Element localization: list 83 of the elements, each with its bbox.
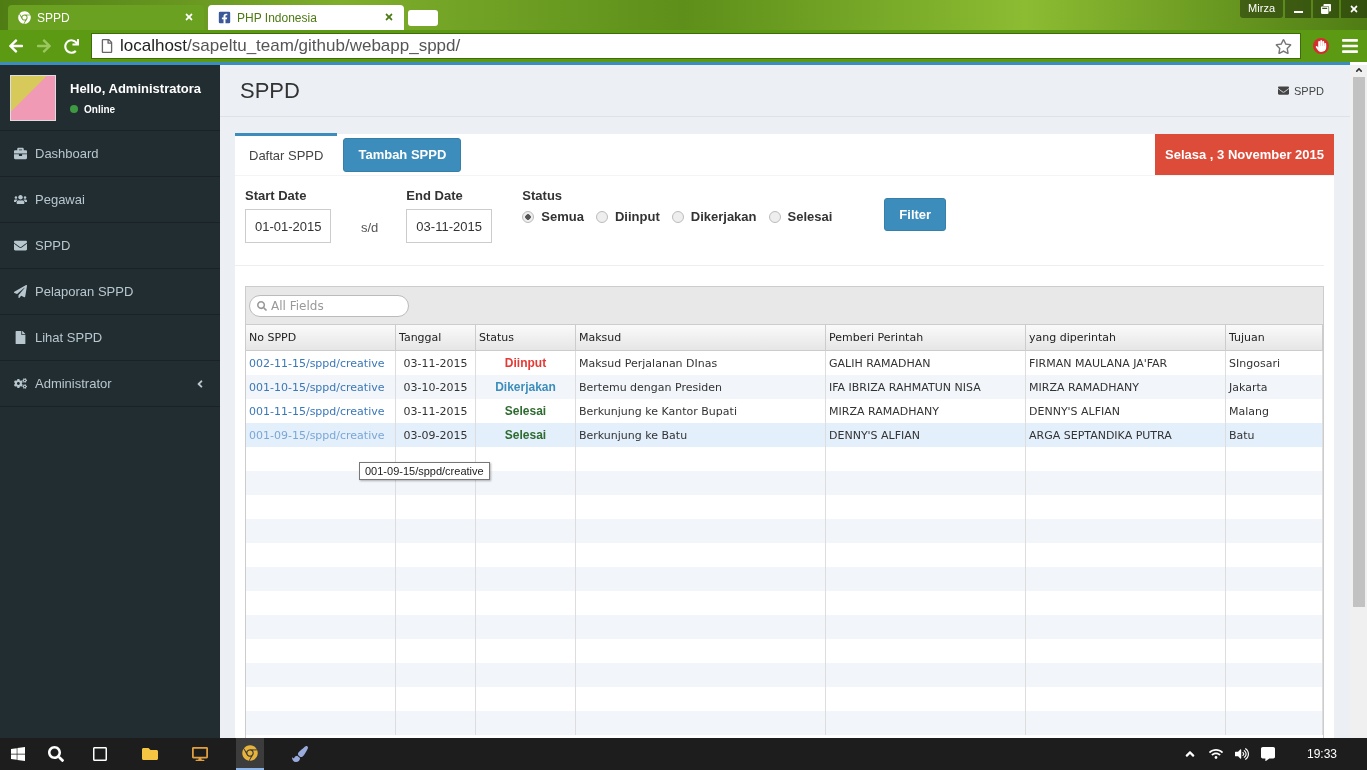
column-header[interactable]: Tanggal — [396, 325, 476, 350]
envelope-icon — [14, 239, 27, 252]
column-header[interactable]: yang diperintah — [1026, 325, 1226, 350]
tab[interactable]: Daftar SPPD — [235, 133, 338, 175]
clock: 19:33 — [1306, 747, 1337, 761]
volume-icon[interactable] — [1234, 747, 1249, 761]
radio-button[interactable] — [522, 210, 535, 223]
status-dot — [70, 105, 78, 113]
page-icon — [100, 39, 114, 53]
gears-icon — [14, 377, 27, 390]
start-icon[interactable] — [10, 746, 26, 762]
star-icon[interactable] — [1275, 37, 1292, 55]
back-icon[interactable] — [8, 38, 24, 54]
breadcrumb[interactable]: SPPD — [1278, 84, 1324, 97]
minimize-icon — [1293, 11, 1303, 13]
tab[interactable]: Tambah SPPD — [343, 137, 462, 172]
close-icon[interactable] — [184, 11, 194, 22]
favicon-icon — [18, 11, 31, 24]
table-row[interactable]: 001-09-15/sppd/creative 03-09-2015 Selesai Berkunjung ke Batu DENNY'S ALFIAN ARGA SEPTANDIKA PUTRA Batu — [246, 423, 1323, 447]
user-greeting: Hello, Administratora — [70, 80, 201, 96]
column-header[interactable]: Maksud — [576, 325, 826, 350]
start-date-field[interactable]: 01-01-2015 — [245, 209, 331, 243]
radio-button[interactable] — [768, 210, 781, 223]
user-status: Online — [84, 103, 116, 115]
scroll-up-icon[interactable] — [1353, 65, 1364, 75]
search-icon — [257, 300, 267, 311]
page-title: SPPD — [240, 77, 301, 104]
sppd-link[interactable]: 001-11-15/sppd/creative — [249, 404, 385, 418]
sppd-link[interactable]: 001-10-15/sppd/creative — [249, 380, 385, 394]
scrollbar-thumb[interactable] — [1352, 77, 1365, 607]
file-icon — [14, 331, 27, 344]
address-bar[interactable]: localhost/sapeltu_team/github/webapp_sppd/ — [91, 33, 1301, 59]
stop-hand-icon[interactable] — [1313, 38, 1329, 54]
facebook-icon — [218, 11, 231, 24]
menu-icon[interactable] — [1341, 37, 1359, 55]
radio-label: Semua — [541, 209, 584, 224]
tooltip: 001-09-15/sppd/creative — [359, 462, 490, 480]
radio-button[interactable] — [671, 210, 684, 223]
table-row[interactable]: 002-11-15/sppd/creative 03-11-2015 Diinput Maksud Perjalanan DInas GALIH RAMADHAN FIRMAN MAULANA JA'FAR SIngosari — [246, 351, 1323, 375]
briefcase-icon — [14, 147, 27, 160]
column-header[interactable]: No SPPD — [246, 325, 396, 350]
table-row[interactable]: 001-10-15/sppd/creative 03-10-2015 Dikerjakan Bertemu dengan Presiden IFA IBRIZA RAHMATUN NISA MIRZA RAMADHANY Jakarta — [246, 375, 1323, 399]
field-label: Status — [522, 188, 564, 203]
radio-label: Diinput — [615, 209, 660, 224]
restore-icon — [1321, 4, 1331, 14]
radio-label: Dikerjakan — [690, 209, 757, 224]
url-text: localhost/sapeltu_team/github/webapp_sppd/ — [120, 36, 461, 56]
status-text: Selesai — [504, 404, 547, 418]
column-header[interactable]: Status — [476, 325, 576, 350]
profile-button[interactable]: Mirza — [1240, 0, 1283, 18]
separator-text: s/d — [361, 220, 379, 235]
table-row[interactable]: 001-11-15/sppd/creative 03-11-2015 Selesai Berkunjung ke Kantor Bupati MIRZA RAMADHANY DENNY'S ALFIAN Malang — [246, 399, 1323, 423]
column-header[interactable]: Tujuan — [1226, 325, 1323, 350]
minimize-button[interactable] — [1285, 0, 1311, 18]
wifi-icon[interactable] — [1208, 747, 1223, 761]
status-text: Selesai — [504, 428, 547, 442]
notification-icon[interactable] — [1260, 747, 1275, 761]
end-date-field[interactable]: 03-11-2015 — [406, 209, 493, 243]
sppd-link[interactable]: 002-11-15/sppd/creative — [249, 356, 385, 370]
search-icon[interactable] — [48, 746, 64, 762]
date-badge: Selasa , 3 November 2015 — [1155, 134, 1334, 175]
search-placeholder: All Fields — [271, 298, 324, 313]
tab-title: PHP Indonesia — [237, 10, 317, 25]
chrome-icon[interactable] — [236, 738, 264, 770]
field-label: Start Date — [245, 188, 308, 203]
field-label: End Date — [406, 188, 464, 203]
status-text: Dikerjakan — [495, 380, 556, 394]
close-button[interactable] — [1341, 0, 1367, 18]
close-icon — [1349, 4, 1359, 14]
envelope-icon — [1278, 85, 1290, 96]
users-icon — [14, 193, 27, 206]
close-icon[interactable] — [384, 11, 394, 22]
filter-button[interactable]: Filter — [884, 198, 947, 231]
reload-icon[interactable] — [64, 38, 79, 54]
avatar-image — [10, 74, 56, 121]
paper-plane-icon — [14, 285, 27, 298]
restore-button[interactable] — [1313, 0, 1339, 18]
browser-tab[interactable]: PHP Indonesia — [208, 5, 404, 30]
column-header[interactable]: Pemberi Perintah — [826, 325, 1026, 350]
status-text: Diinput — [504, 356, 547, 370]
tab-title: SPPD — [37, 10, 70, 25]
radio-label: Selesai — [787, 209, 833, 224]
radio-button[interactable] — [596, 210, 608, 223]
